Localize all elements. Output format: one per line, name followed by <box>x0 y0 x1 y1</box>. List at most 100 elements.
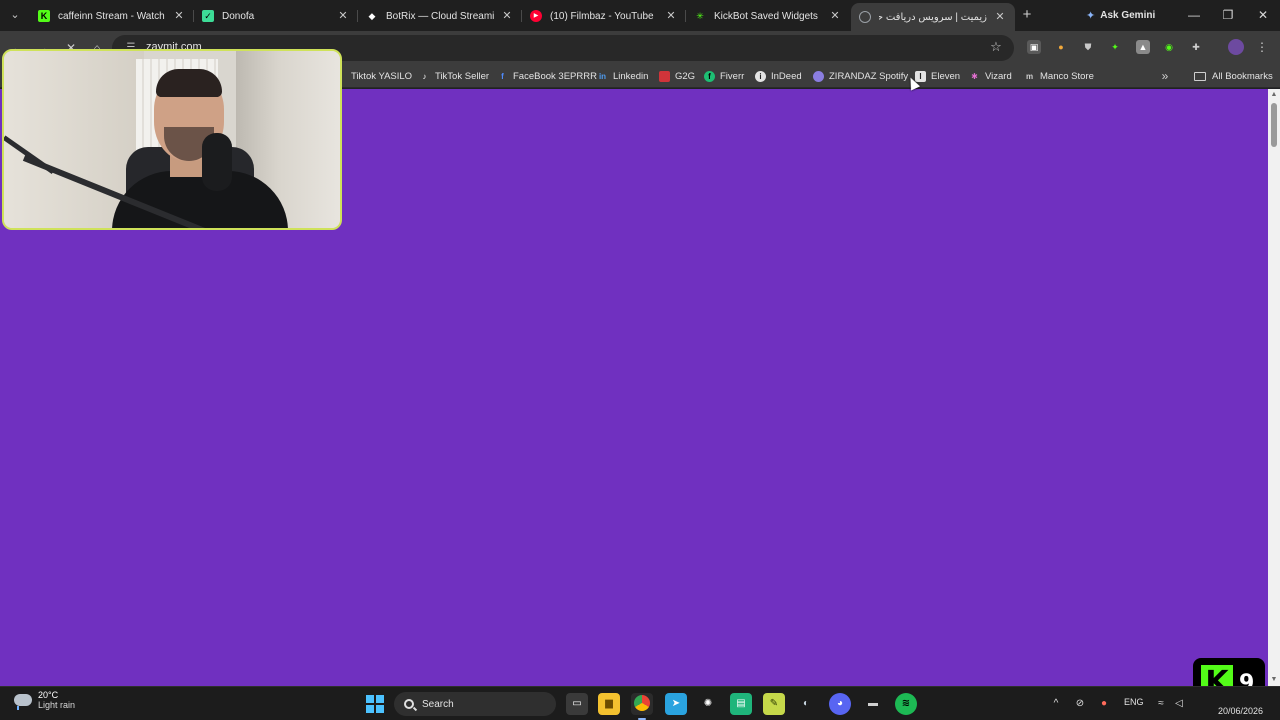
bookmark-label: G2G <box>675 70 696 82</box>
microphone-icon <box>202 133 232 191</box>
folder-icon[interactable]: ▆ <box>598 693 620 715</box>
ask-gemini-button[interactable]: ✦ Ask Gemini <box>1086 6 1155 24</box>
discord-icon[interactable]: ◕ <box>829 693 851 715</box>
taskbar-search[interactable]: Search <box>394 692 556 716</box>
restore-icon[interactable]: ❐ <box>1219 6 1237 24</box>
bookmark-vizard[interactable]: ✱ Vizard <box>969 68 1012 84</box>
spotify-icon[interactable]: ≋ <box>895 693 917 715</box>
tab-title: (10) Filmbaz - YouTube <box>550 10 654 22</box>
extensions-puzzle-icon[interactable]: ✚ <box>1189 40 1203 54</box>
scroll-up-icon[interactable]: ▲ <box>1270 91 1278 99</box>
bookmark-zirandaz-spotify[interactable]: ZIRANDAZ Spotify <box>813 68 908 84</box>
bookmark-eleven[interactable]: I Eleven <box>915 68 960 84</box>
extension-fire-icon[interactable]: ● <box>1054 40 1068 54</box>
folder-icon <box>1194 71 1206 81</box>
task-view-icon[interactable]: ▭ <box>566 693 588 715</box>
volume-icon[interactable]: ◁ <box>1171 696 1187 712</box>
camera-off-icon[interactable]: ⊘ <box>1072 696 1088 712</box>
scroll-down-icon[interactable]: ▼ <box>1270 676 1278 684</box>
close-icon[interactable]: ✕ <box>500 9 514 23</box>
tab-kickbot[interactable]: ✳ KickBot Saved Widgets ✕ <box>686 3 850 29</box>
scroll-thumb[interactable] <box>1271 103 1277 147</box>
tray-overflow-chevron-icon[interactable]: ^ <box>1048 696 1064 712</box>
bookmark-tiktok-yasilo[interactable]: Tiktok YASILO <box>351 68 412 84</box>
bookmark-label: Linkedin <box>613 70 649 82</box>
tab-title: KickBot Saved Widgets <box>714 10 818 22</box>
gemini-icon: ✦ <box>1086 9 1096 22</box>
linkedin-icon: in <box>598 71 607 81</box>
page-scrollbar[interactable]: ▲ ▼ <box>1268 89 1280 686</box>
webcam-overlay <box>2 49 342 230</box>
more-bookmarks-chevron-icon[interactable]: » <box>1158 68 1172 84</box>
tab-youtube[interactable]: ▶ (10) Filmbaz - YouTube ✕ <box>522 3 686 29</box>
tab-donofa[interactable]: ✓ Donofa ✕ <box>194 3 358 29</box>
kick-extension-icon[interactable]: ✦ <box>1108 40 1122 54</box>
steam-icon[interactable]: ◐ <box>795 693 817 715</box>
wifi-icon[interactable]: ≈ <box>1153 696 1169 712</box>
bookmark-tiktok-seller[interactable]: ♪ TikTok Seller <box>419 68 490 84</box>
tab-title: caffeinn Stream - Watch Live <box>58 10 166 22</box>
telegram-icon[interactable]: ➤ <box>665 693 687 715</box>
chrome-icon[interactable] <box>631 693 653 720</box>
window-close-icon[interactable]: ✕ <box>1254 6 1272 24</box>
kick-icon: K <box>38 10 50 22</box>
bookmark-manco-store[interactable]: m Manco Store <box>1024 68 1094 84</box>
kickbot-icon: ✳ <box>696 11 704 21</box>
extension-badge-icon[interactable]: ▲ <box>1136 40 1150 54</box>
bookmark-star-icon[interactable]: ☆ <box>988 39 1004 55</box>
bookmark-label: Manco Store <box>1040 70 1094 82</box>
notes-icon[interactable]: ✎ <box>763 693 785 715</box>
weather-desc: Light rain <box>38 700 76 710</box>
tab-title: Donofa <box>222 10 255 22</box>
bookmark-label: ZIRANDAZ Spotify <box>829 70 909 82</box>
bookmark-fiverr[interactable]: f Fiverr <box>704 68 744 84</box>
close-icon[interactable]: ✕ <box>828 9 842 23</box>
windows-start-icon[interactable] <box>366 695 384 713</box>
screen: ⌄ K caffeinn Stream - Watch Live ✕ ✓ Don… <box>0 0 1280 720</box>
bookmark-facebook[interactable]: f FaceBook 3EPRRR <box>497 68 597 84</box>
tab-botrix[interactable]: ◆ BotRix — Cloud Streaming ✕ <box>358 3 522 29</box>
windows-taskbar: 20°C Light rain Search ▭ ▆ ➤ ✺ ▤ ✎ ◐ ◕ ▬… <box>0 686 1280 720</box>
globe-icon <box>859 11 871 23</box>
all-bookmarks-button[interactable]: All Bookmarks <box>1194 68 1273 84</box>
g2g-icon <box>659 70 670 82</box>
store-icon: m <box>1025 71 1034 81</box>
app-green-icon[interactable]: ▤ <box>730 693 752 715</box>
bookmark-linkedin[interactable]: in Linkedin <box>597 68 648 84</box>
weather-widget[interactable]: 20°C Light rain <box>14 690 75 710</box>
bookmark-g2g[interactable]: G2G <box>659 68 695 84</box>
tab-zaymit[interactable]: زیمیت | سرویس دریافت حمایت ✕ <box>851 3 1015 31</box>
extension-icon[interactable]: ▣ <box>1027 40 1041 54</box>
fiverr-icon: f <box>704 70 715 82</box>
tiktok-icon: ♪ <box>422 71 427 81</box>
close-icon[interactable]: ✕ <box>993 10 1007 24</box>
tab-title: زیمیت | سرویس دریافت حمایت <box>879 11 987 23</box>
close-icon[interactable]: ✕ <box>172 9 186 23</box>
ask-gemini-label: Ask Gemini <box>1100 9 1156 21</box>
donofa-icon: ✓ <box>202 10 214 22</box>
microphone-icon[interactable]: ● <box>1096 696 1112 712</box>
menu-kebab-icon[interactable]: ⋮ <box>1256 39 1268 55</box>
extension-green-icon[interactable]: ◉ <box>1162 40 1176 54</box>
tab-strip: ⌄ K caffeinn Stream - Watch Live ✕ ✓ Don… <box>0 0 1280 31</box>
new-tab-button[interactable]: + <box>1018 5 1036 25</box>
profile-avatar[interactable] <box>1228 39 1244 55</box>
close-icon[interactable]: ✕ <box>336 9 350 23</box>
weather-temp: 20°C <box>38 690 59 700</box>
bookmark-indeed[interactable]: i InDeed <box>755 68 802 84</box>
botrix-icon: ◆ <box>368 11 376 21</box>
shield-icon[interactable]: ⛊ <box>1081 40 1095 54</box>
bookmark-label: FaceBook 3EPRRR <box>513 70 597 82</box>
search-icon <box>404 699 414 709</box>
chatgpt-icon[interactable]: ✺ <box>697 693 719 715</box>
language-indicator[interactable]: ENG <box>1124 697 1144 707</box>
indeed-icon: i <box>755 70 766 82</box>
facebook-icon: f <box>501 71 504 81</box>
close-icon[interactable]: ✕ <box>664 9 678 23</box>
bookmark-label: Vizard <box>985 70 1012 82</box>
tab-caffeinn[interactable]: K caffeinn Stream - Watch Live ✕ <box>30 3 194 29</box>
taskbar-date[interactable]: 20/06/2026 <box>1218 706 1263 716</box>
tab-search-icon[interactable]: ⌄ <box>6 6 24 24</box>
terminal-icon[interactable]: ▬ <box>862 693 884 715</box>
minimize-icon[interactable]: — <box>1185 6 1203 24</box>
